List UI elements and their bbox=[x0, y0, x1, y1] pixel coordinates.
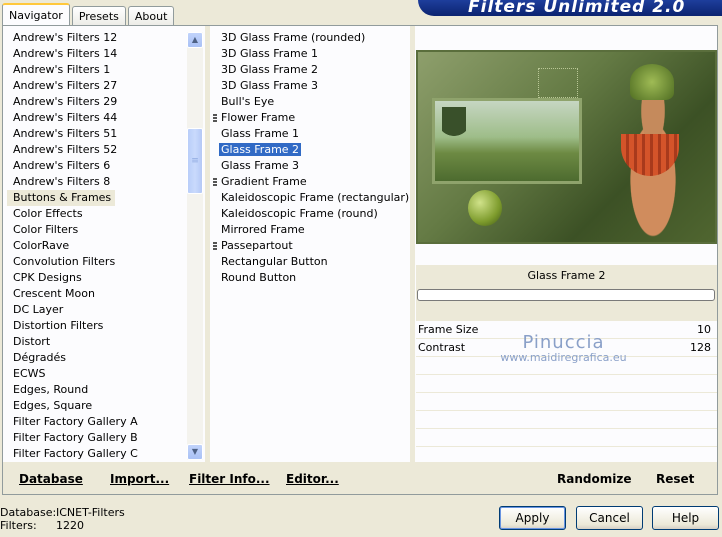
progress-bar bbox=[417, 289, 715, 301]
randomize-button[interactable]: Randomize bbox=[557, 472, 631, 486]
tab-about[interactable]: About bbox=[127, 6, 175, 26]
param-value[interactable]: 10 bbox=[697, 321, 711, 338]
filter-item[interactable]: 3D Glass Frame 3 bbox=[213, 78, 408, 94]
category-item[interactable]: DC Layer bbox=[7, 302, 187, 318]
filter-item[interactable]: Gradient Frame bbox=[213, 174, 408, 190]
filter-info-button[interactable]: Filter Info... bbox=[189, 472, 270, 486]
param-row-empty bbox=[416, 393, 717, 411]
param-label: Contrast bbox=[418, 341, 466, 354]
category-item[interactable]: Andrew's Filters 51 bbox=[7, 126, 187, 142]
editor-button[interactable]: Editor... bbox=[286, 472, 339, 486]
preview-hat bbox=[630, 64, 674, 100]
category-item[interactable]: Dégradés bbox=[7, 350, 187, 366]
param-value[interactable]: 128 bbox=[690, 339, 711, 356]
category-list[interactable]: Andrew's Filters 12 Andrew's Filters 14 … bbox=[7, 30, 187, 460]
category-item[interactable]: Edges, Round bbox=[7, 382, 187, 398]
category-item[interactable]: ECWS bbox=[7, 366, 187, 382]
category-item[interactable]: Andrew's Filters 27 bbox=[7, 78, 187, 94]
selected-filter-label[interactable]: Glass Frame 2 bbox=[219, 143, 302, 156]
category-item[interactable]: Filter Factory Gallery A bbox=[7, 414, 187, 430]
category-item[interactable]: Andrew's Filters 29 bbox=[7, 94, 187, 110]
scroll-down-icon[interactable]: ▼ bbox=[187, 444, 203, 460]
preview-tree bbox=[442, 107, 466, 147]
filter-item-selected[interactable]: Glass Frame 2 bbox=[213, 142, 408, 158]
filter-item[interactable]: Flower Frame bbox=[213, 110, 408, 126]
navigator-panel: Andrew's Filters 12 Andrew's Filters 14 … bbox=[2, 25, 718, 495]
param-label: Frame Size bbox=[418, 323, 479, 336]
category-scrollbar[interactable]: ▲ ≡ ▼ bbox=[187, 32, 203, 460]
filter-item[interactable]: 3D Glass Frame 1 bbox=[213, 46, 408, 62]
divider bbox=[410, 462, 415, 494]
category-item[interactable]: Filter Factory Gallery C bbox=[7, 446, 187, 460]
category-item[interactable]: CPK Designs bbox=[7, 270, 187, 286]
parameters-list: Frame Size 10 Contrast 128 bbox=[416, 321, 717, 465]
filter-item[interactable]: 3D Glass Frame (rounded) bbox=[213, 30, 408, 46]
apply-button[interactable]: Apply bbox=[499, 506, 566, 530]
filter-item[interactable]: Rectangular Button bbox=[213, 254, 408, 270]
preview-decoration bbox=[538, 68, 578, 98]
scroll-thumb[interactable]: ≡ bbox=[187, 128, 203, 194]
category-item[interactable]: Edges, Square bbox=[7, 398, 187, 414]
filter-item[interactable]: Kaleidoscopic Frame (round) bbox=[213, 206, 408, 222]
param-row-frame-size[interactable]: Frame Size 10 bbox=[416, 321, 717, 339]
filters-count: 1220 bbox=[56, 519, 84, 532]
category-item[interactable]: Color Filters bbox=[7, 222, 187, 238]
category-item[interactable]: Distort bbox=[7, 334, 187, 350]
category-item-selected[interactable]: Buttons & Frames bbox=[7, 190, 116, 206]
filters-label: Filters: bbox=[0, 519, 37, 532]
filter-name-label: Glass Frame 2 bbox=[527, 269, 606, 282]
divider bbox=[205, 26, 210, 462]
category-item[interactable]: Filter Factory Gallery B bbox=[7, 430, 187, 446]
status-info: Database:ICNET-Filters Filters: 1220 bbox=[0, 506, 125, 532]
category-item[interactable]: Andrew's Filters 8 bbox=[7, 174, 187, 190]
reset-button[interactable]: Reset bbox=[656, 472, 694, 486]
param-row-empty bbox=[416, 375, 717, 393]
category-item[interactable]: Andrew's Filters 1 bbox=[7, 62, 187, 78]
tab-strip: Navigator Presets About bbox=[2, 2, 176, 26]
filter-name-area: Glass Frame 2 bbox=[416, 265, 717, 321]
help-button[interactable]: Help bbox=[652, 506, 719, 530]
preview-image bbox=[416, 50, 717, 244]
param-row-contrast[interactable]: Contrast 128 bbox=[416, 339, 717, 357]
tab-presets[interactable]: Presets bbox=[71, 6, 126, 26]
filter-item[interactable]: Glass Frame 3 bbox=[213, 158, 408, 174]
panel-button-bar: Database Import... Filter Info... Editor… bbox=[3, 462, 717, 494]
filter-list[interactable]: 3D Glass Frame (rounded) 3D Glass Frame … bbox=[213, 30, 409, 460]
filter-item[interactable]: Kaleidoscopic Frame (rectangular) bbox=[213, 190, 409, 206]
import-button[interactable]: Import... bbox=[110, 472, 169, 486]
cancel-button[interactable]: Cancel bbox=[576, 506, 643, 530]
category-item[interactable]: Andrew's Filters 12 bbox=[7, 30, 187, 46]
database-button[interactable]: Database bbox=[19, 472, 83, 486]
divider bbox=[410, 26, 415, 462]
database-label: Database: bbox=[0, 506, 57, 519]
tab-navigator[interactable]: Navigator bbox=[2, 3, 70, 26]
filter-item[interactable]: Round Button bbox=[213, 270, 408, 286]
filter-item[interactable]: 3D Glass Frame 2 bbox=[213, 62, 408, 78]
filter-item[interactable]: Bull's Eye bbox=[213, 94, 408, 110]
param-row-empty bbox=[416, 429, 717, 447]
category-item[interactable]: Distortion Filters bbox=[7, 318, 187, 334]
scroll-up-icon[interactable]: ▲ bbox=[187, 32, 203, 48]
category-item[interactable]: Andrew's Filters 44 bbox=[7, 110, 187, 126]
category-item[interactable]: Andrew's Filters 52 bbox=[7, 142, 187, 158]
param-row-empty bbox=[416, 357, 717, 375]
category-item[interactable]: Andrew's Filters 14 bbox=[7, 46, 187, 62]
category-item[interactable]: Convolution Filters bbox=[7, 254, 187, 270]
filter-item[interactable]: Passepartout bbox=[213, 238, 408, 254]
param-row-empty bbox=[416, 411, 717, 429]
category-item[interactable]: Color Effects bbox=[7, 206, 187, 222]
app-banner: Filters Unlimited 2.0 bbox=[418, 0, 722, 16]
category-item[interactable]: ColorRave bbox=[7, 238, 187, 254]
category-item[interactable]: Crescent Moon bbox=[7, 286, 187, 302]
filter-item[interactable]: Mirrored Frame bbox=[213, 222, 408, 238]
database-value: ICNET-Filters bbox=[56, 506, 125, 519]
preview-apple bbox=[468, 190, 502, 226]
category-item[interactable]: Andrew's Filters 6 bbox=[7, 158, 187, 174]
filter-item[interactable]: Glass Frame 1 bbox=[213, 126, 408, 142]
